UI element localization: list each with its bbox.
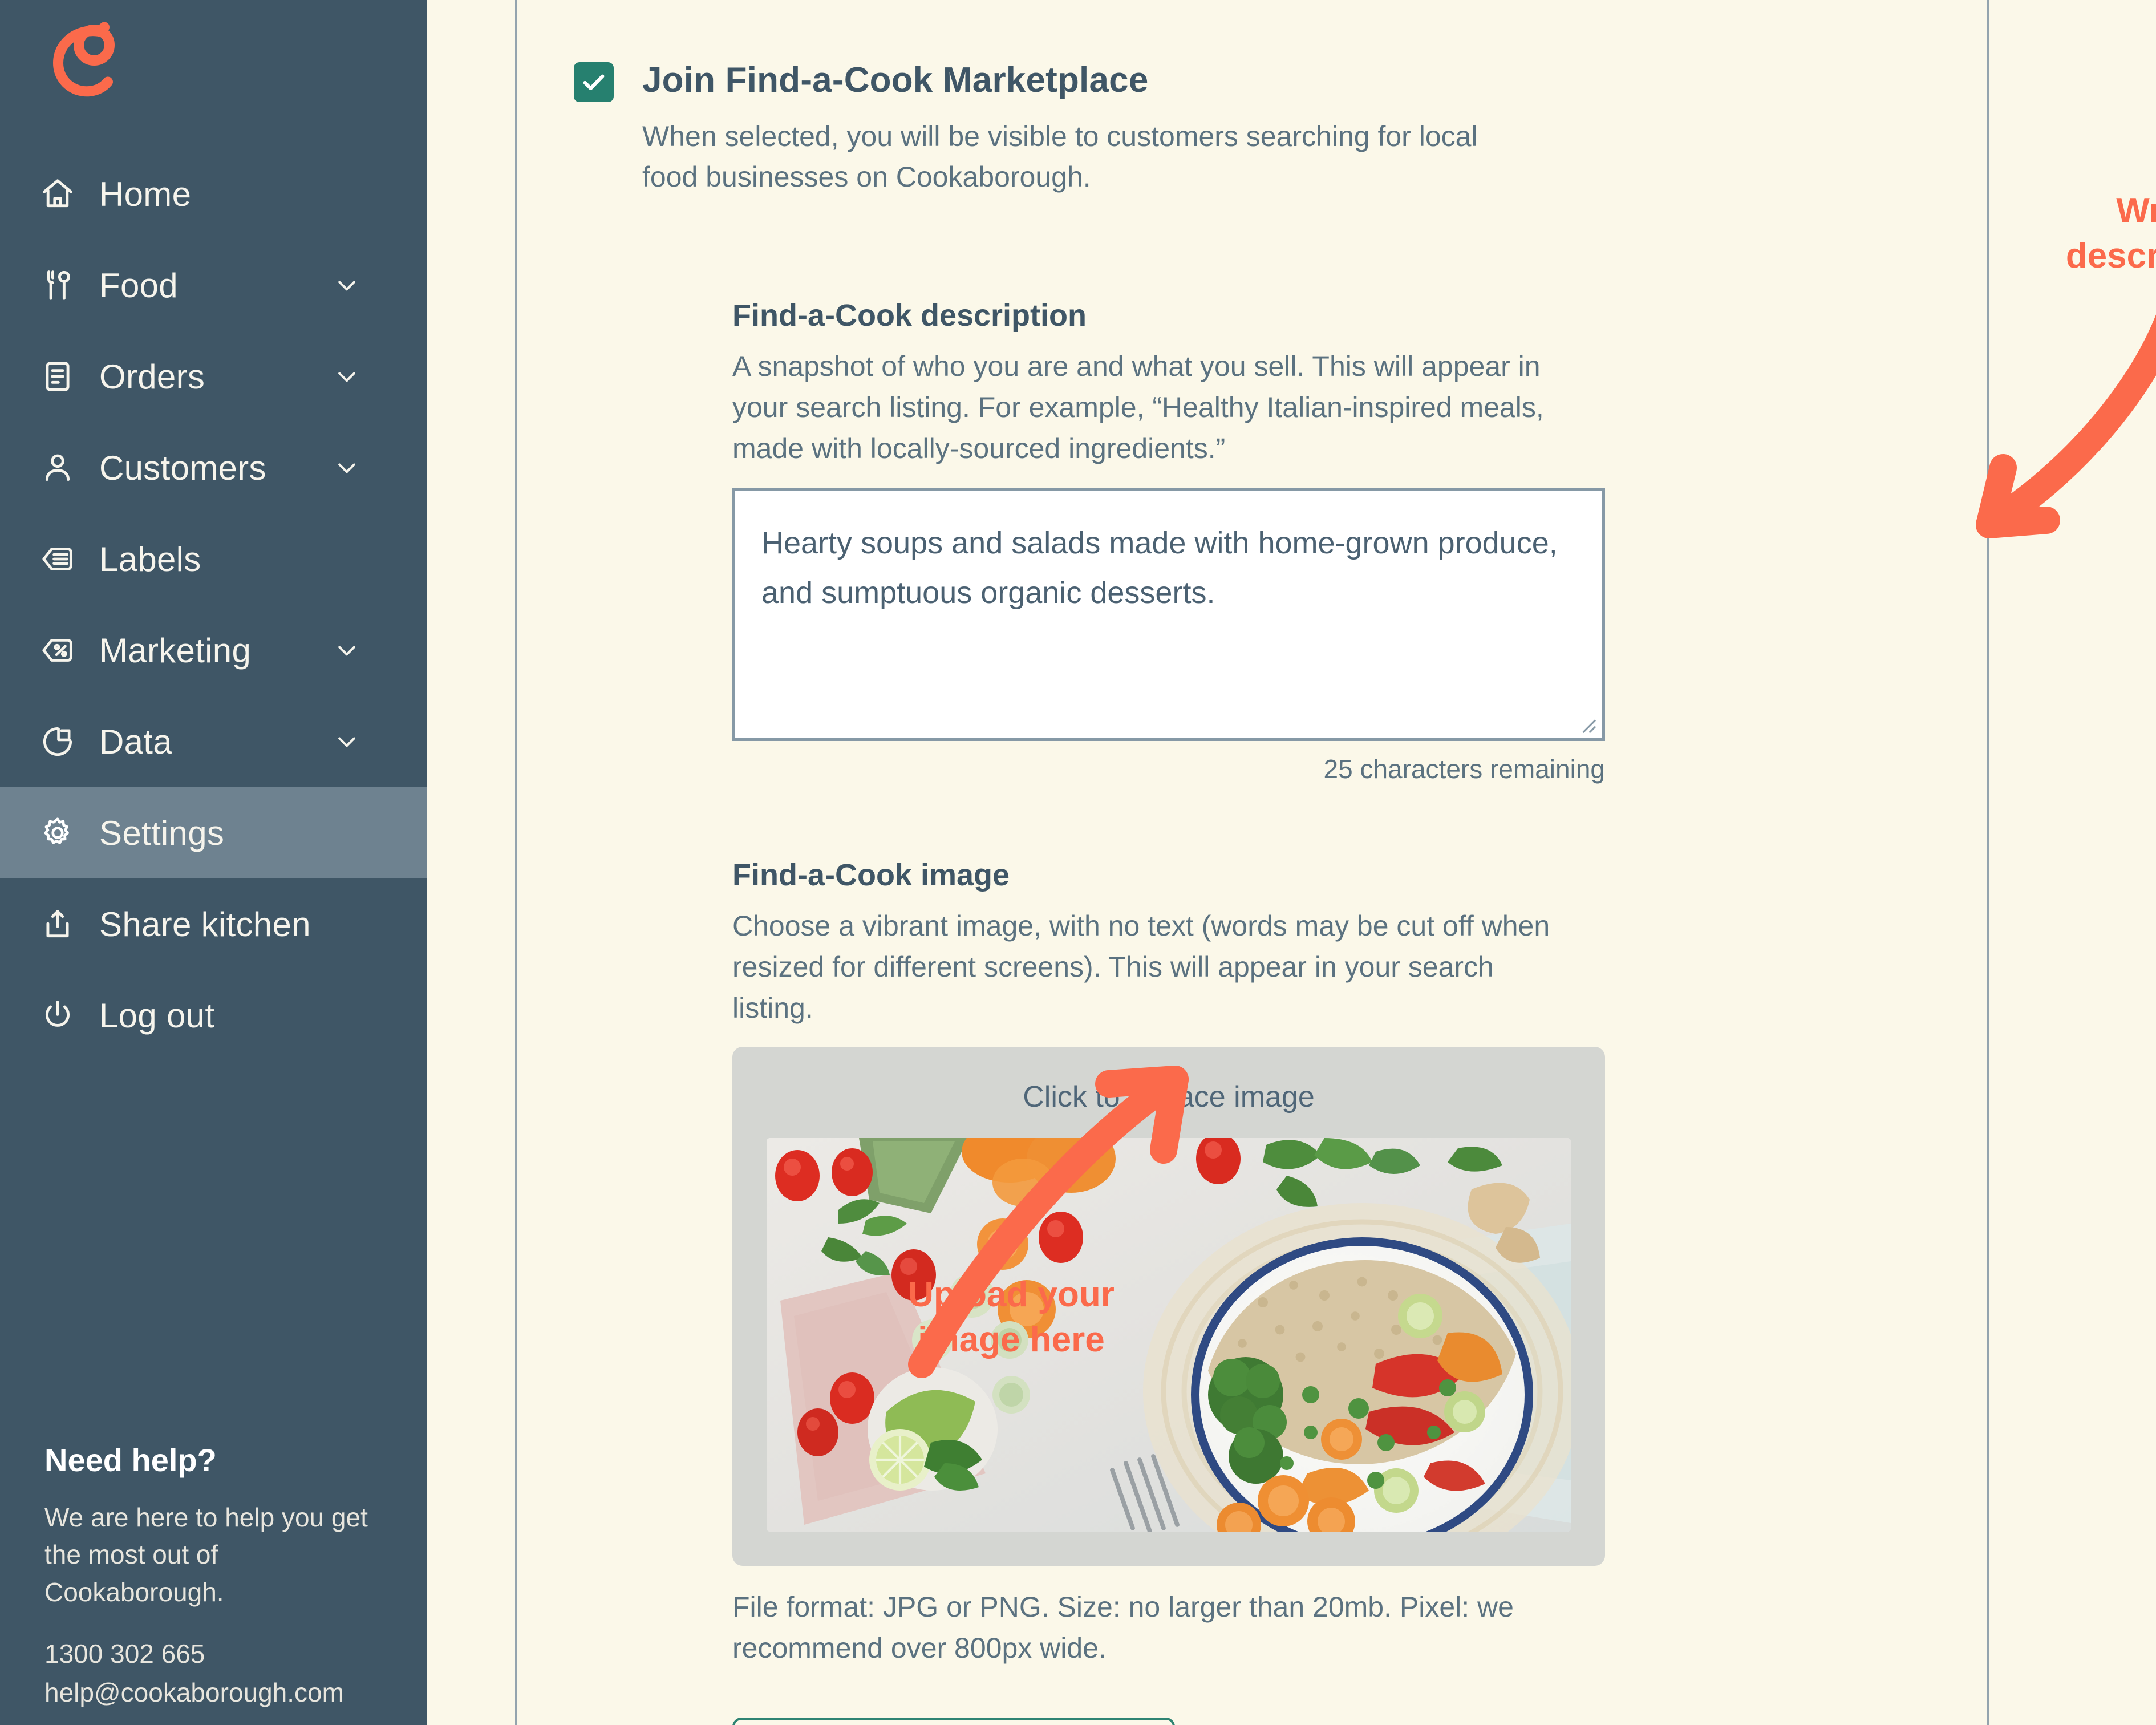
user-icon xyxy=(40,450,82,485)
logo-container[interactable] xyxy=(0,0,427,143)
app-root: Home Food Orders Customers Labels Market… xyxy=(0,0,2156,1725)
help-body: We are here to help you get the most out… xyxy=(44,1503,368,1607)
join-marketplace-checkbox[interactable] xyxy=(574,62,614,102)
marketplace-row: Join Find-a-Cook Marketplace When select… xyxy=(574,0,1897,197)
chevron-down-icon[interactable] xyxy=(334,364,359,389)
sidebar-item-orders[interactable]: Orders xyxy=(0,331,427,422)
cutlery-icon xyxy=(40,268,82,303)
home-icon xyxy=(40,176,82,212)
main-content: Join Find-a-Cook Marketplace When select… xyxy=(427,0,2156,1725)
sidebar-item-labels[interactable]: Labels xyxy=(0,513,427,605)
share-icon xyxy=(40,906,82,942)
description-field-help: A snapshot of who you are and what you s… xyxy=(732,350,1544,464)
annotation-upload-image: Upload your image here xyxy=(908,1275,1115,1360)
sidebar-nav: Home Food Orders Customers Labels Market… xyxy=(0,148,427,1061)
chevron-down-icon[interactable] xyxy=(334,729,359,754)
sidebar-item-marketing[interactable]: Marketing xyxy=(0,605,427,696)
marketplace-texts: Join Find-a-Cook Marketplace When select… xyxy=(642,60,1521,197)
help-title: Need help? xyxy=(44,1442,217,1479)
sidebar-item-label: Share kitchen xyxy=(99,905,311,944)
sidebar-item-label: Customers xyxy=(99,448,266,487)
description-textarea[interactable]: Hearty soups and salads made with home-g… xyxy=(732,488,1605,741)
document-icon xyxy=(40,359,82,394)
annotation-arrow-description xyxy=(1976,314,2156,538)
preview-find-a-cook-button[interactable]: Preview Find-A-Cook xyxy=(732,1718,1175,1725)
cookaborough-logo xyxy=(52,22,115,97)
divider-left xyxy=(515,0,517,1725)
divider-right xyxy=(1987,0,1989,1725)
sidebar: Home Food Orders Customers Labels Market… xyxy=(0,0,427,1725)
sidebar-item-log-out[interactable]: Log out xyxy=(0,970,427,1061)
marketplace-title: Join Find-a-Cook Marketplace xyxy=(642,60,1149,100)
settings-form: Join Find-a-Cook Marketplace When select… xyxy=(574,0,1897,1725)
tag-icon xyxy=(40,541,82,577)
description-field-title: Find-a-Cook description xyxy=(732,298,1087,333)
resize-handle-icon[interactable] xyxy=(1577,714,1596,734)
discount-tag-icon xyxy=(40,633,82,668)
sidebar-item-label: Marketing xyxy=(99,631,252,670)
sidebar-item-label: Data xyxy=(99,722,172,761)
power-icon xyxy=(40,998,82,1033)
chevron-down-icon[interactable] xyxy=(334,455,359,480)
image-field-title: Find-a-Cook image xyxy=(732,858,1010,892)
image-dropzone-caption: Click to replace image xyxy=(1023,1080,1315,1113)
image-dropzone[interactable]: Click to replace image xyxy=(732,1047,1605,1566)
annotation-write-description: Write your description here xyxy=(2065,191,2156,276)
sidebar-item-label: Settings xyxy=(99,813,225,852)
sidebar-item-settings[interactable]: Settings xyxy=(0,787,427,878)
sidebar-item-label: Labels xyxy=(99,540,201,578)
sidebar-item-food[interactable]: Food xyxy=(0,240,427,331)
gear-icon xyxy=(40,815,82,851)
help-phone[interactable]: 1300 302 665 xyxy=(44,1638,387,1669)
image-field-help: Choose a vibrant image, with no text (wo… xyxy=(732,910,1550,1024)
chevron-down-icon[interactable] xyxy=(334,638,359,663)
sidebar-item-label: Home xyxy=(99,175,192,213)
help-email[interactable]: help@cookaborough.com xyxy=(44,1677,387,1708)
description-textarea-value: Hearty soups and salads made with home-g… xyxy=(761,526,1558,610)
check-icon xyxy=(583,74,605,90)
sidebar-item-home[interactable]: Home xyxy=(0,148,427,240)
image-file-info: File format: JPG or PNG. Size: no larger… xyxy=(732,1591,1514,1664)
sidebar-item-label: Log out xyxy=(99,996,215,1035)
sidebar-item-data[interactable]: Data xyxy=(0,696,427,787)
description-field-block: Find-a-Cook description A snapshot of wh… xyxy=(732,298,1897,784)
pie-chart-icon xyxy=(40,724,82,759)
sidebar-item-customers[interactable]: Customers xyxy=(0,422,427,513)
marketplace-description: When selected, you will be visible to cu… xyxy=(642,120,1478,193)
characters-remaining: 25 characters remaining xyxy=(1323,754,1605,784)
chevron-down-icon[interactable] xyxy=(334,273,359,298)
help-block: Need help? We are here to help you get t… xyxy=(44,1441,387,1708)
sidebar-item-label: Food xyxy=(99,266,178,305)
sidebar-item-share-kitchen[interactable]: Share kitchen xyxy=(0,878,427,970)
sidebar-item-label: Orders xyxy=(99,357,205,396)
